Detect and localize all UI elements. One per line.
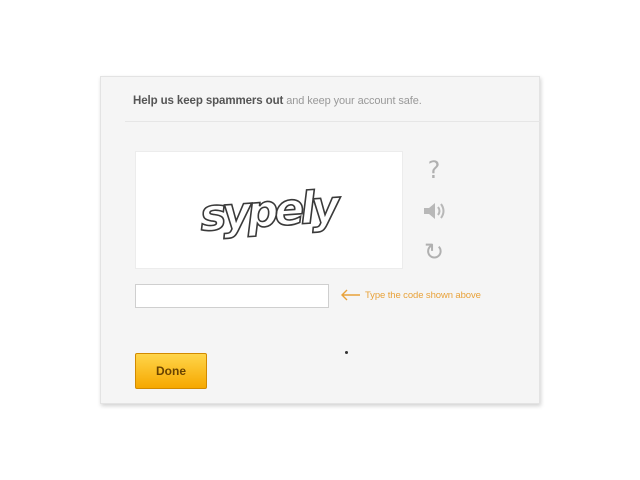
captcha-word: sypely xyxy=(198,181,344,242)
header-divider xyxy=(125,121,541,122)
captcha-dialog: Help us keep spammers out and keep your … xyxy=(100,76,541,404)
hint-text: Type the code shown above xyxy=(365,289,481,301)
page: Help us keep spammers out and keep your … xyxy=(0,0,640,480)
dialog-header: Help us keep spammers out and keep your … xyxy=(133,95,533,107)
captcha-image: sypely xyxy=(135,151,403,269)
input-hint: Type the code shown above xyxy=(339,289,481,301)
arrow-left-icon xyxy=(341,289,360,301)
header-title-bold: Help us keep spammers out xyxy=(133,95,284,107)
header-title-rest: and keep your account safe. xyxy=(283,95,422,107)
captcha-code-input[interactable] xyxy=(135,284,329,308)
help-icon[interactable]: ? xyxy=(419,155,449,185)
captcha-image-graphic: sypely xyxy=(198,180,345,242)
audio-icon[interactable] xyxy=(419,196,449,226)
done-button[interactable]: Done xyxy=(135,353,207,389)
cursor-dot xyxy=(345,351,348,354)
refresh-icon[interactable]: ↻ xyxy=(419,237,449,267)
